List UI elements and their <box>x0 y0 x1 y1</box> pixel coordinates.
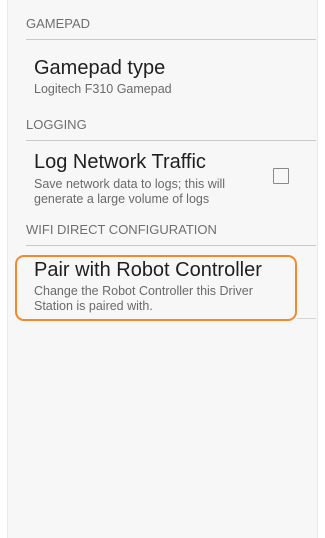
gamepad-type-title[interactable]: Gamepad type <box>34 56 165 80</box>
highlight-outline <box>15 255 297 321</box>
list-divider <box>297 318 316 319</box>
log-network-traffic-checkbox[interactable] <box>273 168 289 184</box>
log-network-traffic-title[interactable]: Log Network Traffic <box>34 150 206 174</box>
section-header-wifi-direct: WIFI DIRECT CONFIGURATION <box>26 215 316 246</box>
section-header-logging: LOGGING <box>26 110 316 141</box>
gamepad-type-summary: Logitech F310 Gamepad <box>34 82 172 96</box>
section-header-gamepad: GAMEPAD <box>26 9 316 40</box>
log-network-traffic-summary-line2: generate a large volume of logs <box>34 192 210 206</box>
log-network-traffic-summary-line1: Save network data to logs; this will <box>34 177 226 191</box>
